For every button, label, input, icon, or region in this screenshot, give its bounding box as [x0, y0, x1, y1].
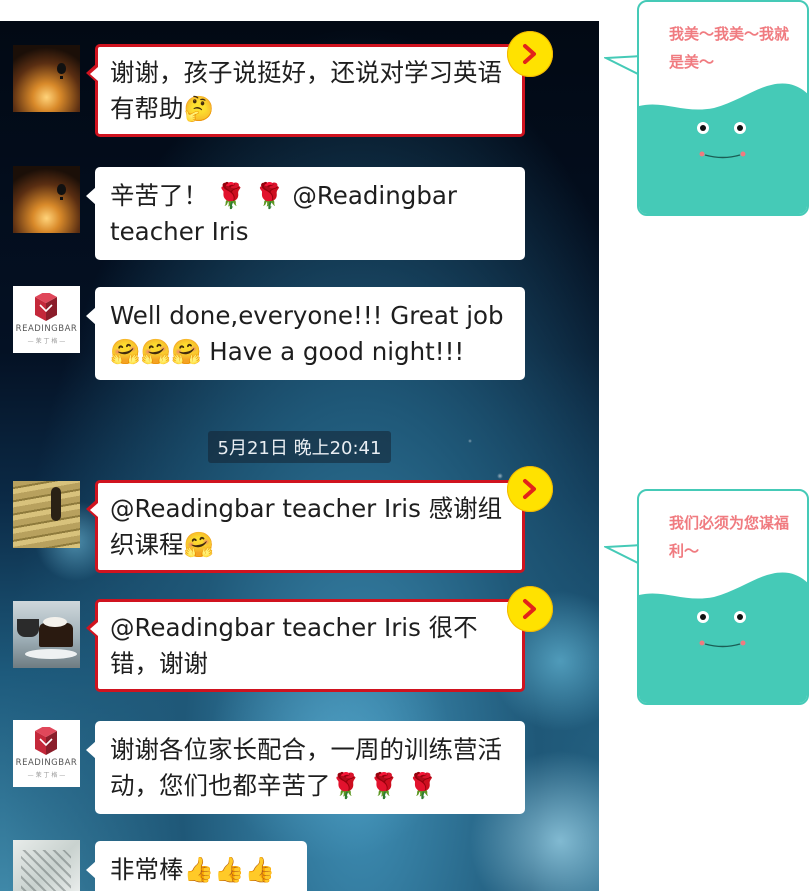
- message-bubble[interactable]: 辛苦了！ 🌹 🌹 @Readingbar teacher Iris: [86, 167, 525, 260]
- timestamp-divider: 5月21日 晚上20:41: [0, 431, 599, 463]
- logo-sub: — 茉 丁 格 —: [27, 772, 66, 779]
- readingbar-logo-icon: [35, 293, 57, 321]
- message-bubble[interactable]: 谢谢各位家长配合，一周的训练营活动，您们也都辛苦了🌹 🌹 🌹: [86, 721, 525, 814]
- logo-brand: READINGBAR: [15, 324, 78, 334]
- avatar[interactable]: [13, 481, 80, 548]
- message-bubble[interactable]: Well done,everyone!!! Great job🤗🤗🤗 Have …: [86, 287, 525, 380]
- arrow-badge-icon: [507, 31, 553, 77]
- balloon-icon: [57, 184, 66, 195]
- message-bubble[interactable]: 非常棒👍👍👍: [86, 841, 307, 891]
- avatar[interactable]: READINGBAR — 茉 丁 格 —: [13, 286, 80, 353]
- message-text: @Readingbar teacher Iris 很不错，谢谢: [110, 613, 478, 678]
- arrow-badge-icon: [507, 466, 553, 512]
- balloon-icon: [57, 63, 66, 74]
- logo-sub: — 茉 丁 格 —: [27, 338, 66, 345]
- chat-screenshot: 谢谢，孩子说挺好，还说对学习英语有帮助🤔 辛苦了！ 🌹 🌹 @Readingba…: [0, 21, 599, 891]
- message-text: 谢谢各位家长配合，一周的训练营活动，您们也都辛苦了🌹 🌹 🌹: [110, 735, 502, 800]
- mascot-card: 我们必须为您谋福利～: [637, 489, 809, 705]
- mascot-text: 我美～我美～我就是美～: [669, 25, 790, 71]
- arrow-badge-icon: [507, 586, 553, 632]
- message-text: 辛苦了！ 🌹 🌹 @Readingbar teacher Iris: [110, 181, 457, 246]
- message-text: Well done,everyone!!! Great job🤗🤗🤗 Have …: [110, 301, 504, 366]
- message-bubble[interactable]: 谢谢，孩子说挺好，还说对学习英语有帮助🤔: [86, 44, 525, 137]
- avatar[interactable]: [13, 166, 80, 233]
- message-bubble[interactable]: @Readingbar teacher Iris 很不错，谢谢: [86, 599, 525, 692]
- mascot-text: 我们必须为您谋福利～: [669, 514, 790, 560]
- readingbar-logo-icon: [35, 727, 57, 755]
- avatar[interactable]: [13, 840, 80, 891]
- timestamp: 5月21日 晚上20:41: [207, 431, 392, 463]
- logo-brand: READINGBAR: [15, 758, 78, 768]
- message-text: 谢谢，孩子说挺好，还说对学习英语有帮助🤔: [110, 58, 502, 123]
- avatar[interactable]: [13, 601, 80, 668]
- avatar[interactable]: [13, 45, 80, 112]
- avatar[interactable]: READINGBAR — 茉 丁 格 —: [13, 720, 80, 787]
- message-text: 非常棒👍👍👍: [110, 855, 276, 884]
- message-text: @Readingbar teacher Iris 感谢组织课程🤗: [110, 494, 503, 559]
- mascot-card: 我美～我美～我就是美～: [637, 0, 809, 216]
- message-bubble[interactable]: @Readingbar teacher Iris 感谢组织课程🤗: [86, 480, 525, 573]
